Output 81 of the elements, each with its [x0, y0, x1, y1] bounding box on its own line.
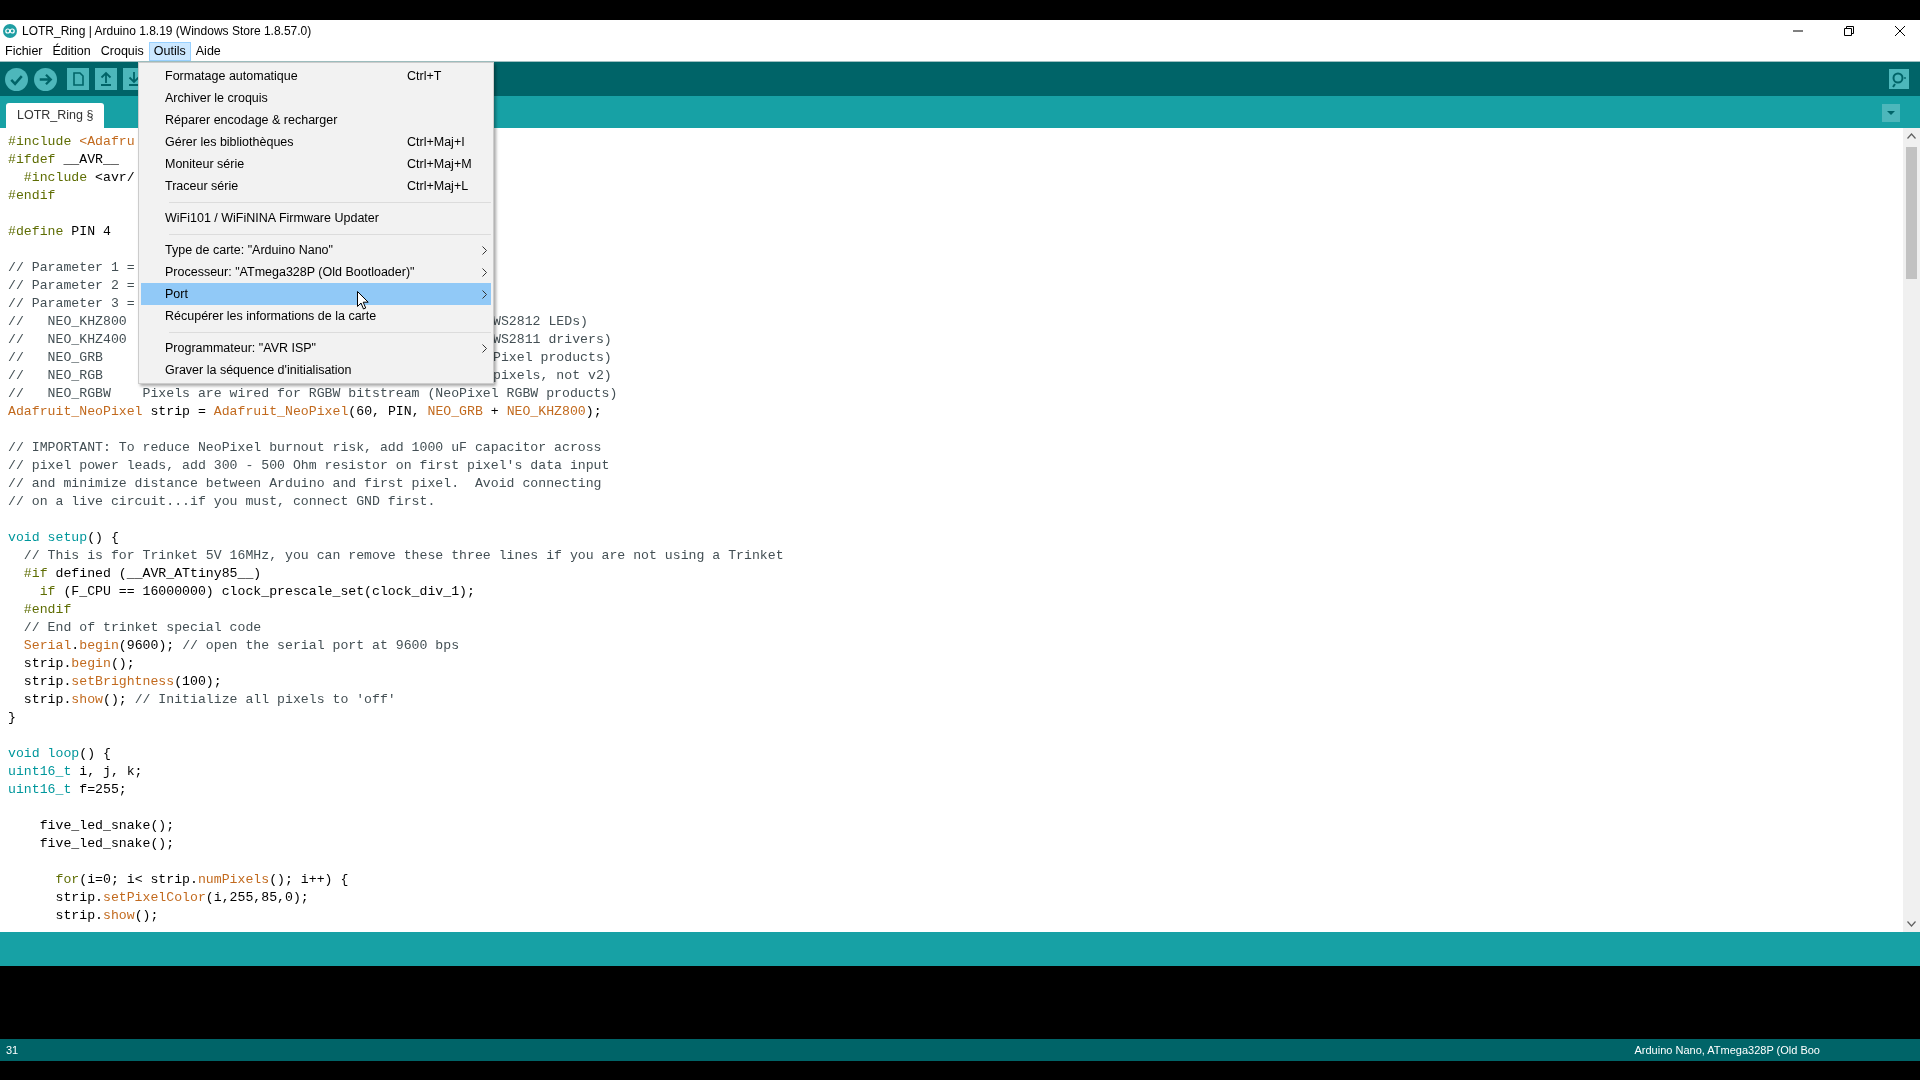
code-line: strip.begin();: [22, 655, 135, 673]
tab-menu-button[interactable]: [1882, 104, 1900, 122]
code-line: // NEO_KHZ400: [8, 331, 127, 349]
code-line: // Parameter 1 =: [8, 259, 135, 277]
shortcut-text: Ctrl+T: [407, 67, 443, 85]
code-line: Adafruit_NeoPixel strip = Adafruit_NeoPixel(60, PIN, NEO_GRB + NEO_KHZ800);: [8, 403, 602, 421]
menu-item[interactable]: WiFi101 / WiFiNINA Firmware Updater: [141, 207, 491, 229]
close-icon[interactable]: [1894, 25, 1906, 37]
new-file-button[interactable]: [67, 68, 89, 90]
menu-item[interactable]: Processeur: "ATmega328P (Old Bootloader)": [141, 261, 491, 283]
menu-item[interactable]: Réparer encodage & recharger: [141, 109, 491, 131]
code-line: // IMPORTANT: To reduce NeoPixel burnout risk, add 1000 uF capacitor across: [8, 439, 602, 457]
code-line: #ifdef __AVR__: [8, 151, 119, 169]
menu-bar-item[interactable]: Outils: [148, 42, 191, 61]
code-line: // Parameter 2 =: [8, 277, 135, 295]
code-line: // Parameter 3 =: [8, 295, 135, 313]
code-line: uint16_t i, j, k;: [8, 763, 143, 781]
code-line: #endif: [22, 601, 72, 619]
menu-item[interactable]: Programmateur: "AVR ISP": [141, 337, 491, 359]
serial-monitor-button[interactable]: [1889, 69, 1909, 89]
scrollbar-thumb[interactable]: [1906, 147, 1917, 279]
code-line: // End of trinket special code: [22, 619, 262, 637]
code-line: // NEO_RGBW Pixels are wired for RGBW bitstream (NeoPixel RGBW products): [8, 385, 618, 403]
code-line: #include <avr/: [22, 169, 135, 187]
code-line: #endif: [8, 187, 56, 205]
board-info: Arduino Nano, ATmega328P (Old Boo: [1634, 1042, 1820, 1058]
menu-bar-item[interactable]: Fichier: [0, 42, 48, 61]
code-line: strip.show();: [54, 907, 159, 925]
menu-bar-item[interactable]: Aide: [190, 42, 226, 61]
code-line: #if defined (__AVR_ATtiny85__): [22, 565, 262, 583]
menu-item[interactable]: Formatage automatique Ctrl+T: [141, 65, 491, 87]
code-text: pixels, not v2): [493, 367, 612, 385]
code-line: // NEO_GRB: [8, 349, 103, 367]
shortcut-text: Ctrl+Maj+L: [407, 177, 470, 195]
menu-item[interactable]: Récupérer les informations de la carte: [141, 305, 491, 327]
code-line: void loop() {: [8, 745, 111, 763]
code-line: five_led_snake();: [38, 817, 175, 835]
code-line: // on a live circuit...if you must, connect GND first.: [8, 493, 436, 511]
code-line: strip.show(); // Initialize all pixels to 'off': [22, 691, 396, 709]
upload-button[interactable]: [34, 67, 57, 91]
app-logo-icon: [3, 24, 17, 38]
window-title: LOTR_Ring | Arduino 1.8.19 (Windows Store 1.8.57.0): [22, 23, 312, 40]
menu-item[interactable]: Gérer les bibliothèques Ctrl+Maj+I: [141, 131, 491, 153]
menu-item[interactable]: Type de carte: "Arduino Nano": [141, 239, 491, 261]
shortcut-text: Ctrl+Maj+I: [407, 133, 466, 151]
code-line: void setup() {: [8, 529, 119, 547]
shortcut-text: Ctrl+Maj+M: [407, 155, 473, 173]
code-line: strip.setPixelColor(i,255,85,0);: [54, 889, 309, 907]
scroll-down-icon[interactable]: [1907, 921, 1916, 927]
code-line: // This is for Trinket 5V 16MHz, you can remove these three lines if you are not using a Trinket: [22, 547, 784, 565]
restore-icon[interactable]: [1843, 25, 1855, 37]
code-text: Pixel products): [493, 349, 612, 367]
code-line: strip.setBrightness(100);: [22, 673, 222, 691]
sketch-tab[interactable]: LOTR_Ring §: [6, 103, 105, 128]
menu-item[interactable]: Traceur série Ctrl+Maj+L: [141, 175, 491, 197]
code-line: // pixel power leads, add 300 - 500 Ohm resistor on first pixel's data input: [8, 457, 610, 475]
code-line: five_led_snake();: [38, 835, 175, 853]
code-text: WS2812 LEDs): [493, 313, 588, 331]
code-line: if (F_CPU == 16000000) clock_prescale_set(clock_div_1);: [38, 583, 475, 601]
menu-item[interactable]: Archiver le croquis: [141, 87, 491, 109]
code-line: // and minimize distance between Arduino and first pixel. Avoid connecting: [8, 475, 602, 493]
verify-button[interactable]: [5, 67, 28, 91]
menu-item[interactable]: Moniteur série Ctrl+Maj+M: [141, 153, 491, 175]
code-line: // NEO_KHZ800: [8, 313, 127, 331]
code-line: uint16_t f=255;: [8, 781, 127, 799]
code-line: #include <Adafru: [8, 133, 135, 151]
code-line: Serial.begin(9600); // open the serial port at 9600 bps: [22, 637, 460, 655]
code-line: }: [8, 709, 16, 727]
menu-bar-item[interactable]: Édition: [47, 42, 96, 61]
menu-bar-item[interactable]: Croquis: [95, 42, 149, 61]
code-line: // NEO_RGB: [8, 367, 103, 385]
menu-item[interactable]: Graver la séquence d'initialisation: [141, 359, 491, 381]
code-text: WS2811 drivers): [493, 331, 612, 349]
scroll-up-icon[interactable]: [1907, 133, 1916, 139]
code-line: for(i=0; i< strip.numPixels(); i++) {: [54, 871, 349, 889]
line-number: 31: [6, 1042, 19, 1058]
menu-item[interactable]: Port: [141, 283, 491, 305]
scrollbar[interactable]: [1903, 128, 1920, 932]
code-line: #define PIN 4: [8, 223, 111, 241]
open-button[interactable]: [95, 68, 117, 90]
mouse-pointer-icon: [357, 291, 369, 310]
